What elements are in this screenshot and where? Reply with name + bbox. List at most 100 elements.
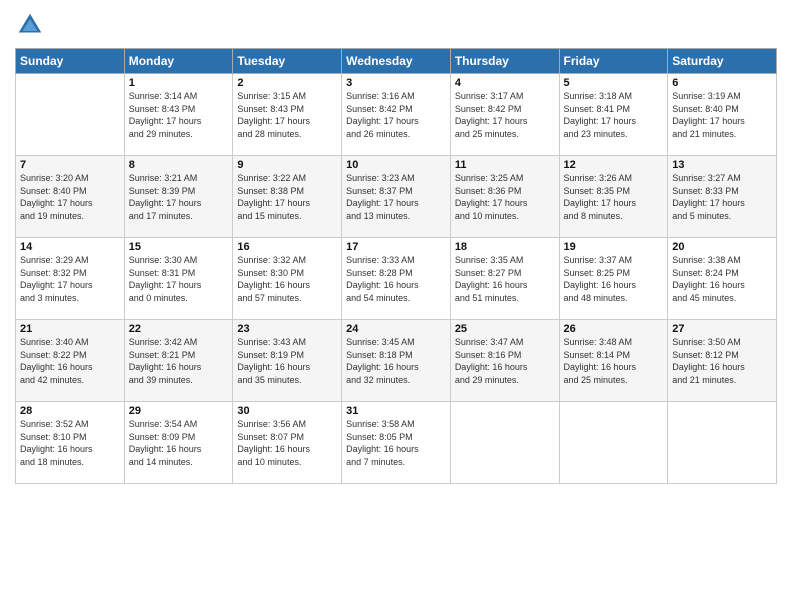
- day-number: 8: [129, 159, 229, 171]
- day-info: Sunrise: 3:18 AM Sunset: 8:41 PM Dayligh…: [564, 90, 664, 140]
- weekday-header: Wednesday: [342, 49, 451, 74]
- calendar-week-row: 21Sunrise: 3:40 AM Sunset: 8:22 PM Dayli…: [16, 320, 777, 402]
- day-number: 27: [672, 323, 772, 335]
- day-info: Sunrise: 3:45 AM Sunset: 8:18 PM Dayligh…: [346, 336, 446, 386]
- day-info: Sunrise: 3:38 AM Sunset: 8:24 PM Dayligh…: [672, 254, 772, 304]
- page: SundayMondayTuesdayWednesdayThursdayFrid…: [0, 0, 792, 612]
- weekday-header: Friday: [559, 49, 668, 74]
- calendar-cell: 20Sunrise: 3:38 AM Sunset: 8:24 PM Dayli…: [668, 238, 777, 320]
- calendar-cell: 13Sunrise: 3:27 AM Sunset: 8:33 PM Dayli…: [668, 156, 777, 238]
- calendar-cell: 2Sunrise: 3:15 AM Sunset: 8:43 PM Daylig…: [233, 74, 342, 156]
- calendar-header: SundayMondayTuesdayWednesdayThursdayFrid…: [16, 49, 777, 74]
- calendar-cell: 6Sunrise: 3:19 AM Sunset: 8:40 PM Daylig…: [668, 74, 777, 156]
- calendar-cell: 16Sunrise: 3:32 AM Sunset: 8:30 PM Dayli…: [233, 238, 342, 320]
- day-info: Sunrise: 3:50 AM Sunset: 8:12 PM Dayligh…: [672, 336, 772, 386]
- calendar-cell: 29Sunrise: 3:54 AM Sunset: 8:09 PM Dayli…: [124, 402, 233, 484]
- calendar-cell: 3Sunrise: 3:16 AM Sunset: 8:42 PM Daylig…: [342, 74, 451, 156]
- day-number: 4: [455, 77, 555, 89]
- header: [15, 10, 777, 40]
- calendar-cell: 22Sunrise: 3:42 AM Sunset: 8:21 PM Dayli…: [124, 320, 233, 402]
- day-info: Sunrise: 3:16 AM Sunset: 8:42 PM Dayligh…: [346, 90, 446, 140]
- day-number: 3: [346, 77, 446, 89]
- calendar-cell: 1Sunrise: 3:14 AM Sunset: 8:43 PM Daylig…: [124, 74, 233, 156]
- day-number: 23: [237, 323, 337, 335]
- day-info: Sunrise: 3:20 AM Sunset: 8:40 PM Dayligh…: [20, 172, 120, 222]
- day-info: Sunrise: 3:48 AM Sunset: 8:14 PM Dayligh…: [564, 336, 664, 386]
- day-number: 22: [129, 323, 229, 335]
- day-info: Sunrise: 3:17 AM Sunset: 8:42 PM Dayligh…: [455, 90, 555, 140]
- day-info: Sunrise: 3:40 AM Sunset: 8:22 PM Dayligh…: [20, 336, 120, 386]
- calendar-week-row: 1Sunrise: 3:14 AM Sunset: 8:43 PM Daylig…: [16, 74, 777, 156]
- calendar-cell: 28Sunrise: 3:52 AM Sunset: 8:10 PM Dayli…: [16, 402, 125, 484]
- day-info: Sunrise: 3:15 AM Sunset: 8:43 PM Dayligh…: [237, 90, 337, 140]
- day-number: 17: [346, 241, 446, 253]
- day-info: Sunrise: 3:42 AM Sunset: 8:21 PM Dayligh…: [129, 336, 229, 386]
- day-number: 19: [564, 241, 664, 253]
- day-number: 29: [129, 405, 229, 417]
- calendar-cell: 25Sunrise: 3:47 AM Sunset: 8:16 PM Dayli…: [450, 320, 559, 402]
- calendar-cell: 27Sunrise: 3:50 AM Sunset: 8:12 PM Dayli…: [668, 320, 777, 402]
- day-info: Sunrise: 3:23 AM Sunset: 8:37 PM Dayligh…: [346, 172, 446, 222]
- calendar-cell: 19Sunrise: 3:37 AM Sunset: 8:25 PM Dayli…: [559, 238, 668, 320]
- logo: [15, 10, 49, 40]
- day-number: 20: [672, 241, 772, 253]
- day-info: Sunrise: 3:30 AM Sunset: 8:31 PM Dayligh…: [129, 254, 229, 304]
- day-info: Sunrise: 3:58 AM Sunset: 8:05 PM Dayligh…: [346, 418, 446, 468]
- weekday-header: Tuesday: [233, 49, 342, 74]
- day-info: Sunrise: 3:19 AM Sunset: 8:40 PM Dayligh…: [672, 90, 772, 140]
- calendar-cell: [450, 402, 559, 484]
- day-number: 9: [237, 159, 337, 171]
- day-info: Sunrise: 3:37 AM Sunset: 8:25 PM Dayligh…: [564, 254, 664, 304]
- day-number: 13: [672, 159, 772, 171]
- day-number: 5: [564, 77, 664, 89]
- calendar-week-row: 14Sunrise: 3:29 AM Sunset: 8:32 PM Dayli…: [16, 238, 777, 320]
- calendar-week-row: 7Sunrise: 3:20 AM Sunset: 8:40 PM Daylig…: [16, 156, 777, 238]
- day-info: Sunrise: 3:52 AM Sunset: 8:10 PM Dayligh…: [20, 418, 120, 468]
- day-info: Sunrise: 3:47 AM Sunset: 8:16 PM Dayligh…: [455, 336, 555, 386]
- calendar-cell: 18Sunrise: 3:35 AM Sunset: 8:27 PM Dayli…: [450, 238, 559, 320]
- calendar-cell: 31Sunrise: 3:58 AM Sunset: 8:05 PM Dayli…: [342, 402, 451, 484]
- day-number: 16: [237, 241, 337, 253]
- day-info: Sunrise: 3:21 AM Sunset: 8:39 PM Dayligh…: [129, 172, 229, 222]
- calendar-cell: 4Sunrise: 3:17 AM Sunset: 8:42 PM Daylig…: [450, 74, 559, 156]
- calendar-body: 1Sunrise: 3:14 AM Sunset: 8:43 PM Daylig…: [16, 74, 777, 484]
- calendar-cell: 5Sunrise: 3:18 AM Sunset: 8:41 PM Daylig…: [559, 74, 668, 156]
- day-info: Sunrise: 3:14 AM Sunset: 8:43 PM Dayligh…: [129, 90, 229, 140]
- calendar-cell: 23Sunrise: 3:43 AM Sunset: 8:19 PM Dayli…: [233, 320, 342, 402]
- day-info: Sunrise: 3:26 AM Sunset: 8:35 PM Dayligh…: [564, 172, 664, 222]
- weekday-header: Monday: [124, 49, 233, 74]
- day-number: 12: [564, 159, 664, 171]
- day-number: 21: [20, 323, 120, 335]
- calendar-cell: 24Sunrise: 3:45 AM Sunset: 8:18 PM Dayli…: [342, 320, 451, 402]
- calendar-cell: [559, 402, 668, 484]
- calendar-cell: 12Sunrise: 3:26 AM Sunset: 8:35 PM Dayli…: [559, 156, 668, 238]
- day-info: Sunrise: 3:25 AM Sunset: 8:36 PM Dayligh…: [455, 172, 555, 222]
- calendar-cell: 11Sunrise: 3:25 AM Sunset: 8:36 PM Dayli…: [450, 156, 559, 238]
- day-info: Sunrise: 3:43 AM Sunset: 8:19 PM Dayligh…: [237, 336, 337, 386]
- day-number: 18: [455, 241, 555, 253]
- day-number: 26: [564, 323, 664, 335]
- calendar-table: SundayMondayTuesdayWednesdayThursdayFrid…: [15, 48, 777, 484]
- day-number: 15: [129, 241, 229, 253]
- day-number: 25: [455, 323, 555, 335]
- day-number: 7: [20, 159, 120, 171]
- day-info: Sunrise: 3:27 AM Sunset: 8:33 PM Dayligh…: [672, 172, 772, 222]
- day-info: Sunrise: 3:33 AM Sunset: 8:28 PM Dayligh…: [346, 254, 446, 304]
- calendar-cell: 7Sunrise: 3:20 AM Sunset: 8:40 PM Daylig…: [16, 156, 125, 238]
- calendar-cell: 9Sunrise: 3:22 AM Sunset: 8:38 PM Daylig…: [233, 156, 342, 238]
- day-number: 2: [237, 77, 337, 89]
- calendar-cell: 15Sunrise: 3:30 AM Sunset: 8:31 PM Dayli…: [124, 238, 233, 320]
- day-info: Sunrise: 3:54 AM Sunset: 8:09 PM Dayligh…: [129, 418, 229, 468]
- day-number: 11: [455, 159, 555, 171]
- day-number: 6: [672, 77, 772, 89]
- calendar-cell: 14Sunrise: 3:29 AM Sunset: 8:32 PM Dayli…: [16, 238, 125, 320]
- weekday-header: Sunday: [16, 49, 125, 74]
- day-info: Sunrise: 3:22 AM Sunset: 8:38 PM Dayligh…: [237, 172, 337, 222]
- calendar-cell: [668, 402, 777, 484]
- calendar-cell: 8Sunrise: 3:21 AM Sunset: 8:39 PM Daylig…: [124, 156, 233, 238]
- day-info: Sunrise: 3:35 AM Sunset: 8:27 PM Dayligh…: [455, 254, 555, 304]
- day-number: 14: [20, 241, 120, 253]
- calendar-cell: 26Sunrise: 3:48 AM Sunset: 8:14 PM Dayli…: [559, 320, 668, 402]
- day-number: 10: [346, 159, 446, 171]
- day-number: 31: [346, 405, 446, 417]
